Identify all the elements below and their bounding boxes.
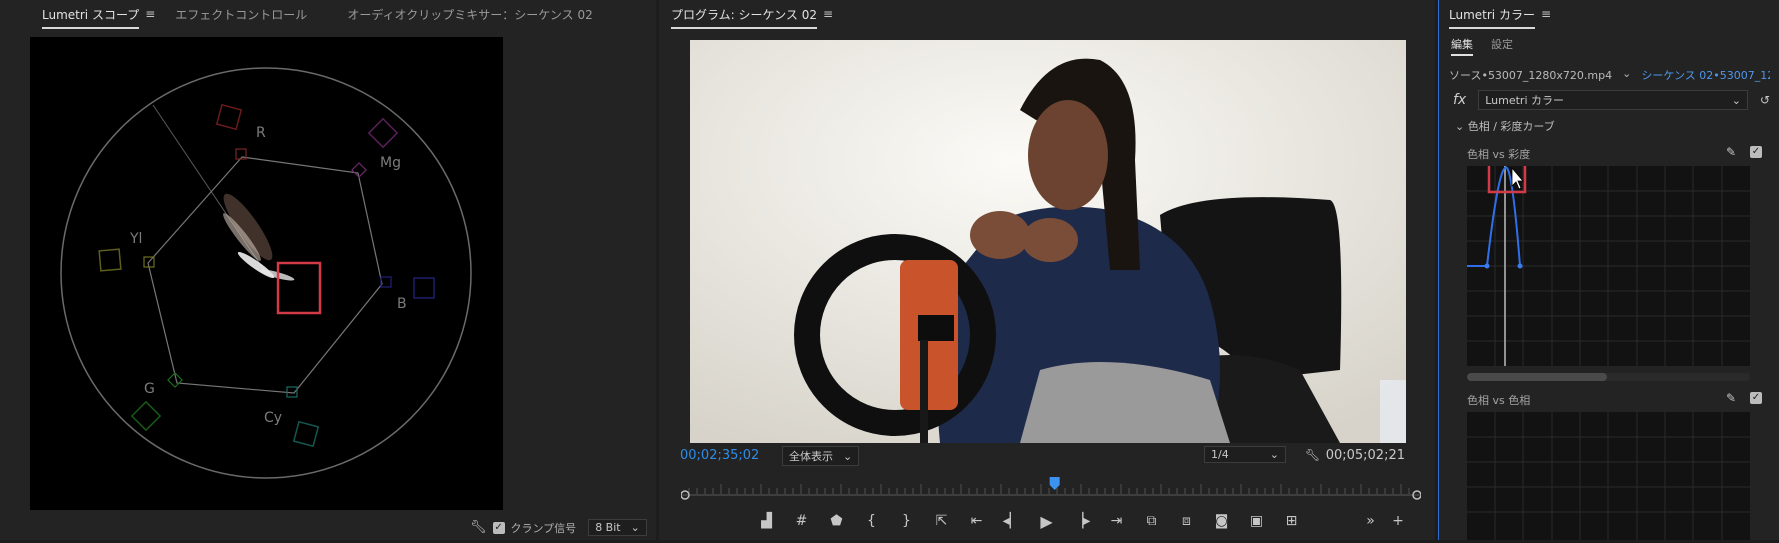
reset-icon[interactable]: ↺ [1760, 93, 1770, 107]
curve2-tools: ✎ ✓ [1726, 391, 1762, 405]
hue-vs-hue-graph[interactable] [1467, 412, 1750, 540]
camera-icon[interactable]: ◙ [1204, 513, 1239, 529]
effect-value: Lumetri カラー [1485, 94, 1564, 107]
eyedropper-icon[interactable]: ✎ [1726, 391, 1736, 405]
label-r: R [256, 125, 266, 141]
go-to-in-icon[interactable]: ⇤ [959, 513, 994, 529]
hue-vs-sat-graph[interactable] [1467, 158, 1750, 366]
bit-depth-value: 8 Bit [595, 521, 621, 534]
resolution-value: 1/4 [1211, 448, 1229, 461]
clamp-label: クランプ信号 [510, 521, 577, 535]
more-icon[interactable]: » [1353, 513, 1388, 529]
transport-controls: ▟ # ⬟ { } ⇱ ⇤ ◂▏ ▶ ▕▸ ⇥ ⧉ ⧈ ◙ ▣ ⊞ » + [749, 510, 1429, 532]
effect-row: fx Lumetri カラー ⌄ ↺ [1453, 90, 1770, 110]
sequence-clip[interactable]: シーケンス 02•53007_1280... [1641, 67, 1770, 83]
tab-lumetri-scopes[interactable]: Lumetri スコープ [32, 6, 149, 29]
source-clip[interactable]: ソース•53007_1280x720.mp4 [1449, 67, 1612, 83]
hue-vs-hue-curve [1467, 412, 1750, 540]
extract-icon[interactable]: ⧈ [1169, 513, 1204, 529]
lift-icon[interactable]: ⧉ [1134, 513, 1169, 529]
clamp-checkbox[interactable]: ✓ [492, 521, 505, 534]
lumetri-sub-tabs: 編集 設定 [1451, 36, 1513, 56]
compare-icon[interactable]: ▣ [1239, 513, 1274, 529]
source-row: ソース•53007_1280x720.mp4 ⌄ シーケンス 02•53007_… [1449, 67, 1770, 83]
section-hue-sat-curves[interactable]: ⌄ 色相 / 彩度カーブ [1455, 118, 1555, 134]
bit-depth-select[interactable]: 8 Bit ⌄ [588, 519, 647, 536]
chevron-down-icon: ⌄ [1455, 120, 1465, 133]
timeline-ruler[interactable] [681, 475, 1421, 501]
curve1-tools: ✎ ✓ [1726, 145, 1762, 159]
add-marker-icon[interactable]: ⬟ [819, 513, 854, 529]
video-frame[interactable] [690, 40, 1406, 443]
hue-vs-sat-curve [1467, 158, 1750, 366]
curve-scrollbar[interactable] [1467, 373, 1750, 381]
effect-select[interactable]: Lumetri カラー ⌄ [1478, 90, 1748, 110]
step-back-icon[interactable]: ◂▏ [994, 513, 1029, 529]
chevron-down-icon: ⌄ [1269, 448, 1279, 461]
wrench-icon[interactable]: 🔧︎ [470, 520, 487, 535]
fit-value: 全体表示 [789, 450, 833, 463]
chevron-down-icon[interactable]: ⌄ [1622, 67, 1631, 83]
fit-select[interactable]: 全体表示 ⌄ [782, 446, 860, 466]
playhead[interactable] [1049, 477, 1060, 490]
label-cy: Cy [264, 410, 282, 426]
plus-icon[interactable]: + [1388, 513, 1408, 529]
video-image [690, 40, 1406, 443]
wrench-icon[interactable]: 🔧︎ [1305, 448, 1320, 462]
lumetri-title[interactable]: Lumetri カラー [1439, 6, 1545, 29]
label-b: B [397, 296, 407, 312]
marker-icon[interactable]: ▟ [749, 513, 784, 529]
lumetri-color-panel: Lumetri カラー ≡ 編集 設定 ソース•53007_1280x720.m… [1438, 0, 1779, 540]
label-g: G [144, 381, 155, 397]
checkbox-icon[interactable]: ✓ [1750, 146, 1762, 158]
program-monitor-panel: プログラム: シーケンス 02 ≡ 00;02;35;02 全体表示 ⌄ 1/4… [659, 0, 1435, 540]
multicam-icon[interactable]: ⊞ [1274, 513, 1309, 529]
program-title[interactable]: プログラム: シーケンス 02 [661, 6, 827, 29]
program-tab-bar: プログラム: シーケンス 02 ≡ [659, 0, 1435, 29]
scope-footer: 🔧︎ ✓ クランプ信号 8 Bit ⌄ [470, 519, 647, 536]
lumetri-scopes-panel: Lumetri スコープ ≡ エフェクトコントロール オーディオクリップミキサー… [0, 0, 656, 540]
label-mg: Mg [380, 155, 401, 171]
export-frame-icon[interactable]: ⇱ [924, 513, 959, 529]
chevron-down-icon: ⌄ [1731, 93, 1741, 107]
vectorscope: R Mg B Cy G Yl [30, 37, 503, 510]
play-icon[interactable]: ▶ [1029, 512, 1064, 531]
tab-settings[interactable]: 設定 [1491, 36, 1513, 56]
duration-timecode: 00;05;02;21 [1325, 448, 1405, 463]
section-title: 色相 / 彩度カーブ [1467, 120, 1555, 133]
fx-label: fx [1453, 92, 1467, 108]
curve1-label: 色相 vs 彩度 [1467, 148, 1531, 161]
eyedropper-icon[interactable]: ✎ [1726, 145, 1736, 159]
current-timecode[interactable]: 00;02;35;02 [680, 448, 759, 463]
lumetri-tab-bar: Lumetri カラー ≡ [1439, 0, 1779, 29]
scopes-tab-bar: Lumetri スコープ ≡ エフェクトコントロール オーディオクリップミキサー… [0, 0, 656, 29]
tab-audio-clip-mixer[interactable]: オーディオクリップミキサー：シーケンス 02 [337, 6, 602, 23]
checkbox-icon[interactable]: ✓ [1750, 392, 1762, 404]
mark-out-icon[interactable]: } [889, 513, 924, 529]
chevron-down-icon: ⌄ [630, 521, 640, 534]
grid-icon[interactable]: # [784, 513, 819, 529]
resolution-select[interactable]: 1/4 ⌄ [1204, 446, 1286, 463]
tab-edit[interactable]: 編集 [1451, 36, 1473, 56]
go-to-out-icon[interactable]: ⇥ [1099, 513, 1134, 529]
tab-effect-controls[interactable]: エフェクトコントロール [165, 6, 317, 23]
mark-in-icon[interactable]: { [854, 513, 889, 529]
curve2-label: 色相 vs 色相 [1467, 394, 1531, 407]
chevron-down-icon: ⌄ [843, 449, 853, 463]
vectorscope-graph: R Mg B Cy G Yl [60, 67, 472, 479]
label-yl: Yl [129, 231, 142, 247]
step-forward-icon[interactable]: ▕▸ [1064, 513, 1099, 529]
